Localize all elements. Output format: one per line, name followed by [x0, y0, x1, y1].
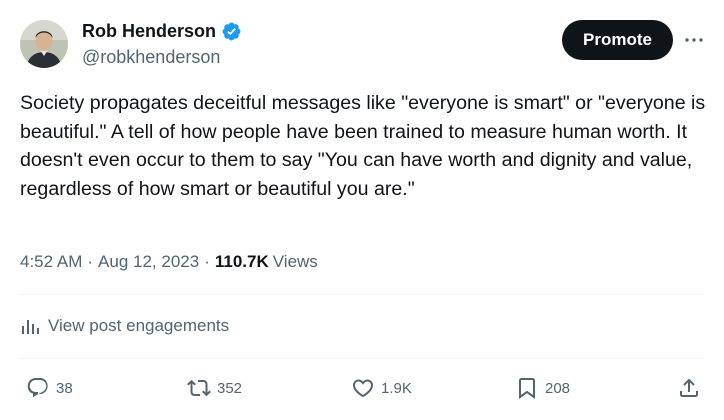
- bookmark-icon: [519, 378, 535, 399]
- divider: [20, 294, 704, 295]
- meta-separator: ·: [87, 252, 94, 271]
- reply-button[interactable]: 38: [26, 372, 73, 404]
- like-button[interactable]: 1.9K: [351, 372, 412, 404]
- divider: [20, 358, 704, 359]
- more-options-button[interactable]: [682, 28, 706, 52]
- author-name[interactable]: Rob Henderson: [82, 21, 242, 42]
- reply-count: 38: [56, 379, 73, 397]
- views-count: 110.7K: [214, 252, 269, 271]
- author-name-text[interactable]: Rob Henderson: [82, 21, 216, 42]
- tweet-date[interactable]: Aug 12, 2023: [98, 252, 199, 272]
- bookmark-count: 208: [545, 379, 571, 397]
- promote-button[interactable]: Promote: [562, 20, 673, 60]
- heart-icon: [352, 379, 374, 398]
- tweet-card: Rob Henderson @robkhenderson Promote Soc…: [0, 0, 724, 420]
- share-button[interactable]: [677, 372, 701, 404]
- author-handle[interactable]: @robkhenderson: [82, 47, 220, 68]
- share-icon: [680, 378, 698, 397]
- bar-chart-icon: [22, 320, 39, 334]
- avatar[interactable]: [20, 20, 68, 68]
- view-engagements-link[interactable]: View post engagements: [20, 316, 229, 336]
- retweet-button[interactable]: 352: [187, 372, 242, 404]
- retweet-count: 352: [217, 379, 243, 397]
- tweet-text: Society propagates deceitful messages li…: [20, 92, 706, 200]
- verified-badge-icon: [221, 21, 242, 42]
- tweet-meta: 4:52 AM · Aug 12, 2023 · 110.7K Views: [20, 252, 318, 272]
- reply-icon: [27, 378, 48, 398]
- view-engagements-label[interactable]: View post engagements: [48, 316, 229, 336]
- like-count: 1.9K: [381, 379, 412, 397]
- more-horizontal-icon: [685, 38, 703, 42]
- views-label: Views: [272, 252, 318, 271]
- action-bar: 38 352 1.9K 208: [0, 372, 724, 404]
- tweet-time[interactable]: 4:52 AM: [20, 252, 82, 272]
- meta-separator: ·: [204, 252, 210, 271]
- bookmark-button[interactable]: 208: [515, 372, 570, 404]
- retweet-icon: [187, 379, 211, 397]
